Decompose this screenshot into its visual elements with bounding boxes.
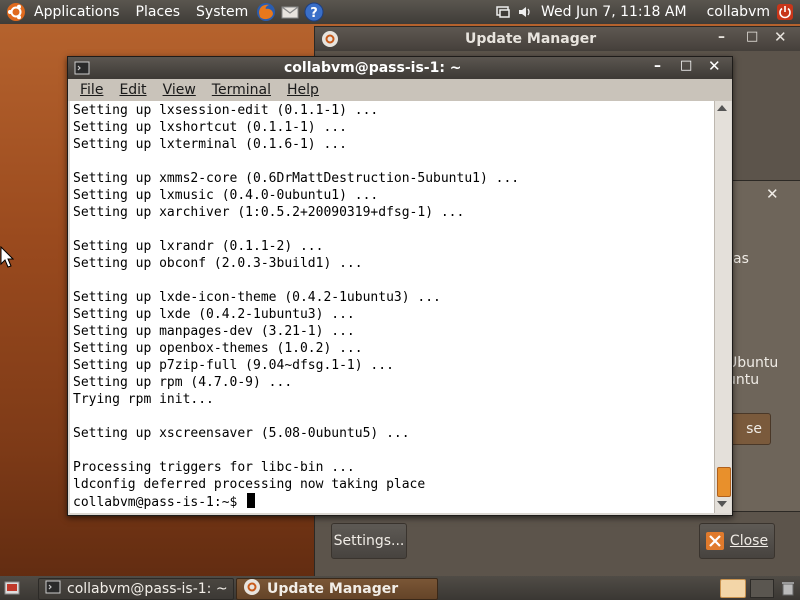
system-menu[interactable]: System (196, 0, 248, 24)
terminal-app-icon (74, 60, 90, 80)
terminal-cursor (247, 493, 256, 508)
ubuntu-logo-icon[interactable] (6, 0, 26, 24)
menu-file-label: File (80, 82, 104, 98)
bottom-panel: collabvm@pass-is-1: ~ Update Manager (0, 576, 800, 600)
show-desktop-icon[interactable] (4, 580, 20, 600)
terminal-line: Setting up lxshortcut (0.1.1-1) ... (73, 120, 347, 135)
terminal-prompt: collabvm@pass-is-1:~$ (73, 495, 238, 510)
menu-help-label: Help (286, 82, 319, 98)
terminal-line: Processing triggers for libc-bin ... (73, 460, 355, 475)
taskbar-item-terminal[interactable]: collabvm@pass-is-1: ~ (38, 578, 234, 600)
menu-terminal-label: Terminal (211, 82, 271, 98)
scroll-down-icon[interactable] (717, 501, 727, 507)
volume-icon[interactable] (517, 0, 533, 24)
settings-button[interactable]: Settings... (331, 523, 407, 559)
clock[interactable]: Wed Jun 7, 11:18 AM (541, 0, 687, 24)
dialog-action-button-label: se (746, 421, 762, 437)
minimize-icon[interactable]: – (654, 58, 661, 74)
terminal-line: ldconfig deferred processing now taking … (73, 477, 426, 492)
svg-text:?: ? (310, 6, 318, 21)
update-manager-app-icon (321, 30, 339, 52)
dialog-close-icon[interactable]: ✕ (766, 185, 779, 203)
workspace-switcher-1[interactable] (720, 579, 746, 598)
menu-view[interactable]: View (157, 82, 202, 98)
terminal-line: Setting up lxde (0.4.2-1ubuntu3) ... (73, 307, 355, 322)
power-icon[interactable] (776, 0, 794, 24)
minimize-icon[interactable]: – (718, 29, 725, 45)
terminal-scrollbar[interactable] (714, 101, 731, 513)
terminal-line: Setting up openbox-themes (1.0.2) ... (73, 341, 363, 356)
settings-button-label: Settings... (333, 533, 405, 549)
terminal-titlebar[interactable]: collabvm@pass-is-1: ~ – □ ✕ (68, 57, 732, 79)
display-icon[interactable] (495, 0, 511, 24)
menu-view-label: View (162, 82, 196, 98)
terminal-line: Setting up lxrandr (0.1.1-2) ... (73, 239, 324, 254)
dialog-partial-text: as (733, 251, 749, 267)
menu-edit-label: Edit (119, 82, 147, 98)
applications-menu[interactable]: Applications (34, 0, 120, 24)
close-button-icon (705, 532, 724, 550)
terminal-line: Setting up xmms2-core (0.6DrMattDestruct… (73, 171, 520, 186)
top-panel: Applications Places System ? Wed Jun 7, … (0, 0, 800, 24)
terminal-line: Setting up lxde-icon-theme (0.4.2-1ubunt… (73, 290, 441, 305)
terminal-line: Setting up lxterminal (0.1.6-1) ... (73, 137, 347, 152)
update-manager-task-icon (243, 579, 261, 599)
terminal-menubar: File Edit View Terminal Help (68, 79, 732, 101)
terminal-task-icon (45, 579, 61, 599)
close-button[interactable]: Close (699, 523, 775, 559)
terminal-line: Setting up lxsession-edit (0.1.1-1) ... (73, 103, 379, 118)
close-button-label: Close (729, 533, 769, 549)
terminal-lines: Setting up lxsession-edit (0.1.1-1) ... … (73, 102, 519, 510)
terminal-line: Setting up lxmusic (0.4.0-0ubuntu1) ... (73, 188, 379, 203)
mouse-pointer-icon (0, 245, 15, 272)
terminal-line: Trying rpm init... (73, 392, 214, 407)
terminal-prompt-line[interactable]: collabvm@pass-is-1:~$ (73, 493, 519, 510)
menu-file[interactable]: File (74, 82, 109, 98)
workspace-switcher-2[interactable] (750, 579, 774, 598)
update-manager-titlebar[interactable]: Update Manager – □ ✕ (315, 27, 800, 51)
firefox-icon[interactable] (256, 0, 276, 24)
menu-edit[interactable]: Edit (113, 82, 152, 98)
places-menu[interactable]: Places (136, 0, 181, 24)
dialog-partial-text: Ubuntu (727, 355, 779, 371)
terminal-line: Setting up xscreensaver (5.08-0ubuntu5) … (73, 426, 410, 441)
scrollbar-thumb[interactable] (717, 467, 731, 497)
user-menu[interactable]: collabvm (707, 0, 770, 24)
terminal-line: Setting up obconf (2.0.3-3build1) ... (73, 256, 363, 271)
terminal-title: collabvm@pass-is-1: ~ (284, 60, 462, 76)
help-icon[interactable]: ? (304, 0, 324, 24)
menu-terminal[interactable]: Terminal (206, 82, 277, 98)
trash-icon[interactable] (780, 580, 796, 600)
scroll-up-icon[interactable] (717, 105, 727, 111)
terminal-window: collabvm@pass-is-1: ~ – □ ✕ File Edit Vi… (67, 56, 733, 516)
terminal-line: Setting up rpm (4.7.0-9) ... (73, 375, 293, 390)
maximize-icon[interactable]: □ (680, 58, 692, 73)
terminal-line: Setting up manpages-dev (3.21-1) ... (73, 324, 355, 339)
taskbar-item-label: collabvm@pass-is-1: ~ (67, 581, 228, 597)
terminal-output[interactable]: Setting up lxsession-edit (0.1.1-1) ... … (70, 101, 714, 513)
terminal-line: Setting up p7zip-full (9.04~dfsg.1-1) ..… (73, 358, 394, 373)
update-manager-title: Update Manager (465, 31, 597, 47)
taskbar-item-label: Update Manager (267, 581, 399, 597)
terminal-line: Setting up xarchiver (1:0.5.2+20090319+d… (73, 205, 465, 220)
maximize-icon[interactable]: □ (746, 29, 758, 44)
close-icon[interactable]: ✕ (708, 57, 721, 75)
menu-help[interactable]: Help (281, 82, 325, 98)
mail-icon[interactable] (280, 0, 300, 24)
close-icon[interactable]: ✕ (774, 28, 787, 46)
taskbar-item-update-manager[interactable]: Update Manager (236, 578, 438, 600)
